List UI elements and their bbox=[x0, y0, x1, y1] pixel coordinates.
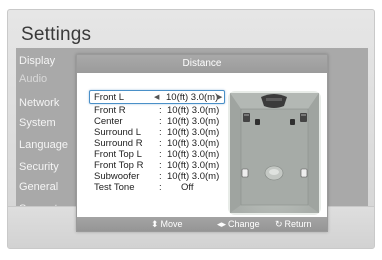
footer-move: ⬍ Move bbox=[151, 217, 183, 231]
row-colon: : bbox=[159, 171, 162, 182]
row-colon: : bbox=[159, 138, 162, 149]
list-item-surround-l[interactable]: Surround L : 10(ft) 3.0(m) bbox=[77, 127, 227, 138]
row-colon: : bbox=[159, 127, 162, 138]
row-value: 10(ft) 3.0(m) bbox=[167, 116, 220, 127]
listener-icon bbox=[264, 165, 284, 181]
row-label: Test Tone bbox=[94, 182, 135, 193]
dialog-footer: ⬍ Move ◂▸ Change ↻ Return bbox=[77, 217, 327, 231]
row-label: Front Top R bbox=[94, 160, 144, 171]
row-label: Subwoofer bbox=[94, 171, 140, 182]
list-item-front-r[interactable]: Front R : 10(ft) 3.0(m) bbox=[77, 105, 227, 116]
left-right-arrow-icon: ◂▸ bbox=[217, 219, 227, 229]
row-value: 10(ft) 3.0(m) bbox=[167, 171, 220, 182]
front-top-right-speaker-icon bbox=[290, 119, 295, 125]
row-colon: : bbox=[159, 160, 162, 171]
surround-right-speaker-icon bbox=[300, 168, 308, 178]
row-label: Surround R bbox=[94, 138, 143, 149]
sidebar-item-general[interactable]: General bbox=[19, 181, 58, 193]
row-label: Front R bbox=[94, 105, 126, 116]
sidebar-item-audio[interactable]: Audio bbox=[19, 73, 47, 85]
dialog-body: Front L ◀ 10(ft) 3.0(m) ▶ Front R : 10(f… bbox=[77, 73, 327, 217]
surround-left-speaker-icon bbox=[241, 168, 249, 178]
row-value: 10(ft) 3.0(m) bbox=[167, 127, 220, 138]
row-colon: : bbox=[159, 182, 162, 193]
center-speaker-icon bbox=[261, 94, 287, 108]
list-item-front-top-r[interactable]: Front Top R : 10(ft) 3.0(m) bbox=[77, 160, 227, 171]
row-value: Off bbox=[181, 182, 194, 193]
row-label: Front Top L bbox=[94, 149, 142, 160]
row-value: 10(ft) 3.0(m) bbox=[167, 149, 220, 160]
settings-screen: Settings Display Audio Network System La… bbox=[7, 9, 375, 249]
list-item-front-top-l[interactable]: Front Top L : 10(ft) 3.0(m) bbox=[77, 149, 227, 160]
list-item-test-tone[interactable]: Test Tone : Off bbox=[77, 182, 227, 193]
row-value: 10(ft) 3.0(m) bbox=[167, 105, 220, 116]
page-title: Settings bbox=[21, 24, 92, 45]
front-right-speaker-icon bbox=[300, 113, 307, 122]
up-down-arrow-icon: ⬍ bbox=[151, 219, 159, 229]
row-label: Surround L bbox=[94, 127, 142, 138]
move-label: Move bbox=[160, 219, 183, 229]
footer-change: ◂▸ Change bbox=[217, 217, 260, 231]
footer-return[interactable]: ↻ Return bbox=[275, 217, 312, 231]
sidebar-item-display[interactable]: Display bbox=[19, 55, 55, 67]
return-arrow-icon: ↻ bbox=[275, 219, 283, 229]
speaker-layout-diagram bbox=[228, 91, 321, 215]
row-value: 10(ft) 3.0(m) bbox=[166, 92, 219, 103]
dialog-title: Distance bbox=[77, 55, 327, 73]
room-illustration bbox=[230, 93, 319, 213]
sidebar-item-network[interactable]: Network bbox=[19, 97, 59, 109]
distance-dialog: Distance Front L ◀ 10(ft) 3.0(m) ▶ Front… bbox=[76, 54, 328, 232]
front-left-speaker-icon bbox=[243, 113, 250, 122]
sidebar-item-language[interactable]: Language bbox=[19, 139, 68, 151]
arrow-right-icon[interactable]: ▶ bbox=[217, 91, 222, 105]
sidebar-item-security[interactable]: Security bbox=[19, 161, 59, 173]
list-item-front-l[interactable]: Front L ◀ 10(ft) 3.0(m) ▶ bbox=[89, 90, 225, 104]
return-label: Return bbox=[284, 219, 312, 229]
arrow-left-icon[interactable]: ◀ bbox=[154, 91, 159, 105]
row-colon: : bbox=[159, 116, 162, 127]
tv-frame: Settings Display Audio Network System La… bbox=[0, 0, 382, 260]
row-colon: : bbox=[159, 149, 162, 160]
row-value: 10(ft) 3.0(m) bbox=[167, 160, 220, 171]
row-colon: : bbox=[159, 105, 162, 116]
list-item-surround-r[interactable]: Surround R : 10(ft) 3.0(m) bbox=[77, 138, 227, 149]
row-label: Center bbox=[94, 116, 123, 127]
row-value: 10(ft) 3.0(m) bbox=[167, 138, 220, 149]
list-item-subwoofer[interactable]: Subwoofer : 10(ft) 3.0(m) bbox=[77, 171, 227, 182]
list-item-center[interactable]: Center : 10(ft) 3.0(m) bbox=[77, 116, 227, 127]
sidebar-item-system[interactable]: System bbox=[19, 117, 56, 129]
row-label: Front L bbox=[94, 92, 125, 103]
change-label: Change bbox=[228, 219, 260, 229]
front-top-left-speaker-icon bbox=[255, 119, 260, 125]
